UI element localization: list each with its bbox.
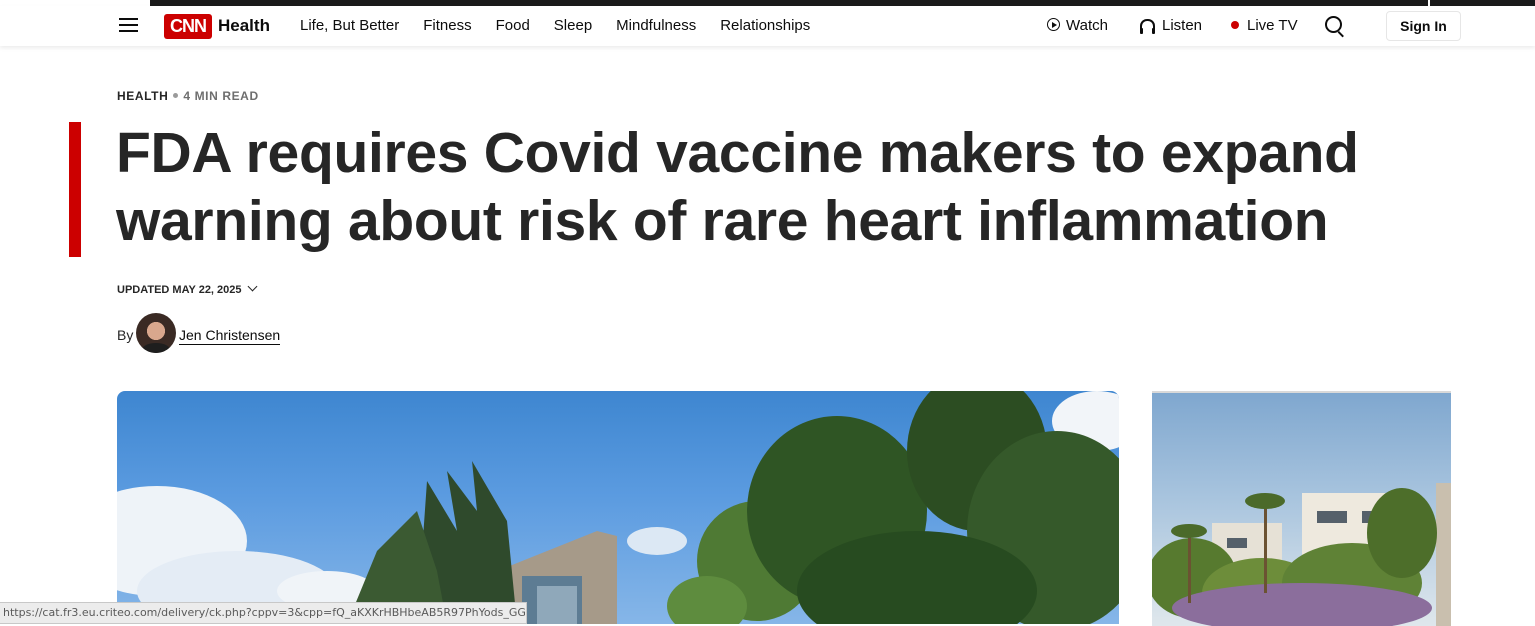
related-image[interactable]: [1152, 391, 1451, 626]
cnn-logo-text: CNN: [170, 16, 207, 36]
live-tv-link[interactable]: Live TV: [1231, 17, 1298, 34]
sign-in-button[interactable]: Sign In: [1386, 11, 1461, 41]
updated-label: UPDATED MAY 22, 2025: [117, 284, 242, 296]
watch-link[interactable]: Watch: [1047, 17, 1108, 34]
read-time: 4 MIN READ: [183, 89, 259, 103]
section-label[interactable]: HEALTH: [117, 89, 168, 103]
nav-link-life-but-better[interactable]: Life, But Better: [300, 17, 399, 34]
play-icon: [1047, 18, 1060, 31]
live-tv-label: Live TV: [1247, 17, 1298, 34]
top-nav: CNN Health Life, But Better Fitness Food…: [0, 6, 1535, 46]
article-eyebrow: HEALTH 4 MIN READ: [117, 89, 259, 103]
article-headline: FDA requires Covid vaccine makers to exp…: [116, 121, 1359, 253]
related-image-art: [1152, 483, 1451, 626]
author-avatar[interactable]: [136, 313, 176, 353]
nav-link-sleep[interactable]: Sleep: [554, 17, 592, 34]
listen-link[interactable]: Listen: [1140, 17, 1202, 34]
watch-label: Watch: [1066, 17, 1108, 34]
browser-status-bar: https://cat.fr3.eu.criteo.com/delivery/c…: [0, 602, 527, 624]
separator-dot: [173, 93, 179, 98]
menu-icon[interactable]: [119, 18, 138, 33]
nav-link-mindfulness[interactable]: Mindfulness: [616, 17, 696, 34]
author-link[interactable]: Jen Christensen: [179, 327, 281, 345]
search-icon[interactable]: [1325, 16, 1342, 33]
updated-timestamp[interactable]: UPDATED MAY 22, 2025: [117, 281, 257, 296]
live-dot-icon: [1231, 21, 1239, 29]
listen-label: Listen: [1162, 17, 1203, 34]
cnn-logo[interactable]: CNN: [164, 14, 212, 39]
headline-accent-bar: [69, 122, 81, 257]
nav-link-fitness[interactable]: Fitness: [423, 17, 471, 34]
nav-links: Life, But Better Fitness Food Sleep Mind…: [300, 17, 834, 34]
hero-image-art: [117, 391, 1119, 624]
chevron-down-icon: [247, 281, 257, 292]
headphones-icon: [1140, 19, 1155, 34]
section-name[interactable]: Health: [218, 16, 270, 36]
nav-link-food[interactable]: Food: [496, 17, 530, 34]
nav-link-relationships[interactable]: Relationships: [720, 17, 810, 34]
hero-image: [117, 391, 1119, 624]
by-label: By: [117, 327, 134, 343]
